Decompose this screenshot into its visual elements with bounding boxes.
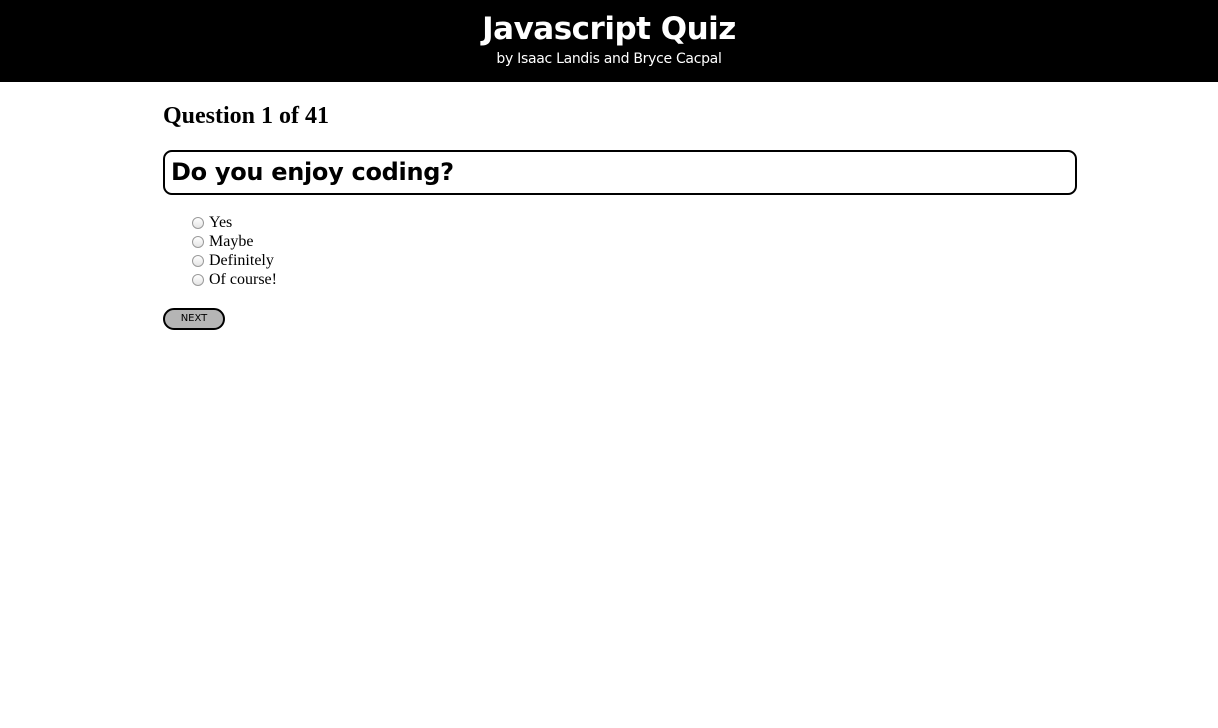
question-box: Do you enjoy coding? [163,150,1077,195]
question-counter: Question 1 of 41 [163,103,330,129]
answer-label[interactable]: Definitely [209,251,274,270]
answer-radio-of-course[interactable] [192,273,204,286]
answer-option-maybe[interactable]: Maybe [192,232,277,251]
answer-list: Yes Maybe Definitely Of course! [192,213,277,289]
question-text: Do you enjoy coding? [171,158,454,186]
site-title: Javascript Quiz [482,11,736,47]
site-header: Javascript Quiz by Isaac Landis and Bryc… [0,0,1218,82]
answer-label[interactable]: Of course! [209,270,277,289]
answer-option-yes[interactable]: Yes [192,213,277,232]
answer-option-of-course[interactable]: Of course! [192,270,277,289]
answer-label[interactable]: Yes [209,213,232,232]
answer-option-definitely[interactable]: Definitely [192,251,277,270]
answer-radio-yes[interactable] [192,216,204,229]
next-button[interactable]: NEXT [163,308,225,330]
site-subtitle: by Isaac Landis and Bryce Cacpal [496,51,722,67]
answer-radio-definitely[interactable] [192,254,204,267]
answer-label[interactable]: Maybe [209,232,253,251]
answer-radio-maybe[interactable] [192,235,204,248]
